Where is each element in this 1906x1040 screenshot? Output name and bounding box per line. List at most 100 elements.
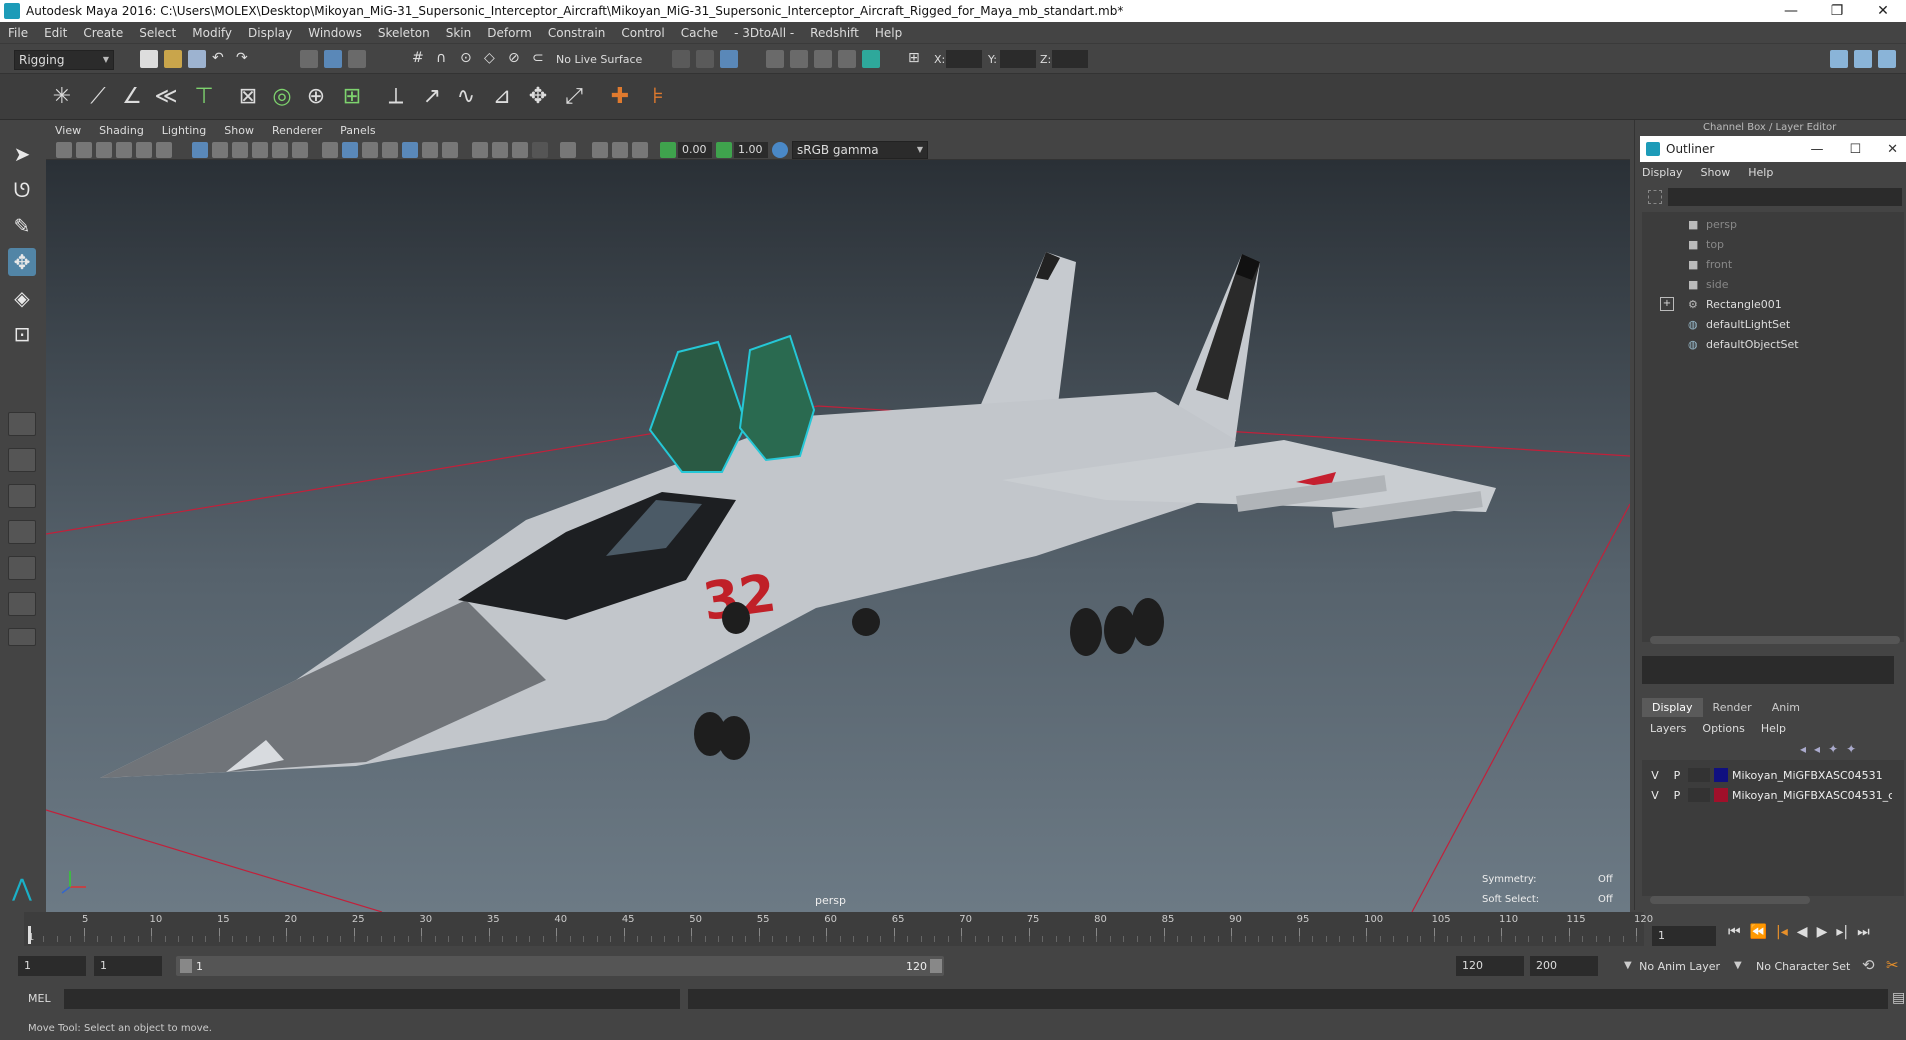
minimize-button[interactable]: — [1768,0,1814,22]
gamma-icon[interactable] [716,142,732,158]
paint-weights-icon[interactable]: ∿ [450,80,482,112]
tab-display[interactable]: Display [1642,698,1703,717]
lattice-icon[interactable]: ◎ [266,80,298,112]
layer-row-0[interactable]: V P Mikoyan_MiGFBXASC04531 [1644,765,1906,785]
textured-icon[interactable] [402,142,418,158]
new-scene-icon[interactable] [140,50,158,68]
outliner-item-side[interactable]: ■ side [1644,274,1894,294]
attribute-editor-toggle-icon[interactable] [1830,50,1848,68]
animation-start-field[interactable]: 1 [18,956,86,976]
new-layer-selected-icon[interactable]: ✦ [1846,742,1856,756]
xray-icon[interactable] [592,142,608,158]
outliner-hscrollbar[interactable] [1650,636,1900,644]
new-layer-icon[interactable]: ✦ [1828,742,1838,756]
use-default-material-icon[interactable] [362,142,378,158]
scale-tool-icon[interactable]: ⊡ [8,320,36,348]
range-slider-end-handle[interactable] [930,959,942,973]
outliner-minimize-button[interactable]: — [1810,142,1823,157]
playback-end-field[interactable]: 120 [1456,956,1524,976]
layer-hscrollbar[interactable] [1650,896,1810,904]
layer-visibility-toggle[interactable]: V [1644,769,1666,782]
smooth-shade-icon[interactable] [342,142,358,158]
snap-point-icon[interactable]: ⊙ [460,50,478,68]
camera-attributes-icon[interactable] [76,142,92,158]
menu-cache[interactable]: Cache [673,26,726,40]
input-ops-icon[interactable] [672,50,690,68]
resolution-gate-icon[interactable] [232,142,248,158]
output-ops-icon[interactable] [696,50,714,68]
y-field[interactable] [1000,50,1036,68]
render-settings-icon[interactable] [838,50,856,68]
rotate-tool-icon[interactable]: ◈ [8,284,36,312]
select-object-icon[interactable] [324,50,342,68]
range-slider-start-handle[interactable] [180,959,192,973]
mel-command-input[interactable] [64,989,680,1009]
aim-constraint-icon[interactable]: ⤢ [558,80,590,112]
menu-control[interactable]: Control [613,26,672,40]
locator-icon[interactable]: ⊤ [188,80,220,112]
tool-settings-toggle-icon[interactable] [1878,50,1896,68]
menu-skin[interactable]: Skin [438,26,480,40]
four-pane-layout-icon[interactable] [8,448,36,472]
hypershade-icon[interactable] [862,50,880,68]
orient-constraint-icon[interactable]: ⊧ [642,80,674,112]
outliner-item-defaultobjectset[interactable]: ◍ defaultObjectSet [1644,334,1894,354]
step-back-frame-icon[interactable]: |◂ [1776,924,1788,940]
image-plane-icon[interactable] [116,142,132,158]
outliner-menu-display[interactable]: Display [1642,166,1683,179]
color-management-icon[interactable] [772,142,788,158]
menu-file[interactable]: File [0,26,36,40]
construction-history-icon[interactable] [720,50,738,68]
exposure-icon[interactable] [660,142,676,158]
menu-create[interactable]: Create [75,26,131,40]
point-constraint-icon[interactable]: ✥ [522,80,554,112]
anim-layer-dropdown[interactable]: No Anim Layer [1626,960,1720,973]
outliner-filter-icon[interactable] [1648,190,1662,204]
play-backward-icon[interactable]: ◀ [1797,924,1808,940]
undo-icon[interactable]: ↶ [212,50,230,68]
outliner-maximize-button[interactable]: ☐ [1849,142,1861,157]
use-all-lights-icon[interactable] [422,142,438,158]
menu-help[interactable]: Help [867,26,910,40]
layer-menu-options[interactable]: Options [1702,722,1744,735]
snap-surface-icon[interactable]: ⊘ [508,50,526,68]
wireframe-icon[interactable] [322,142,338,158]
snap-grid-icon[interactable]: # [412,50,430,68]
field-chart-icon[interactable] [272,142,288,158]
menu-select[interactable]: Select [131,26,184,40]
ambient-occlusion-icon[interactable] [472,142,488,158]
menu-constrain[interactable]: Constrain [540,26,614,40]
outliner-menu-show[interactable]: Show [1701,166,1731,179]
single-pane-layout-icon[interactable] [8,412,36,436]
panel-menu-show[interactable]: Show [215,124,263,137]
close-button[interactable]: ✕ [1860,0,1906,22]
grease-pencil-icon[interactable] [156,142,172,158]
menu-windows[interactable]: Windows [300,26,370,40]
anim-prefs-icon[interactable]: ✂ [1886,956,1899,974]
layout-more-icon[interactable] [8,628,36,646]
cluster-icon[interactable]: ⊠ [232,80,264,112]
layer-type-toggle[interactable] [1688,788,1710,802]
channel-box-field[interactable] [1642,656,1894,684]
play-forward-icon[interactable]: ▶ [1817,924,1828,940]
bind-skin-icon[interactable]: ⟂ [380,80,412,112]
time-slider[interactable]: 1 5 10 15 20 25 30 35 40 45 50 55 60 65 70 75 80 85 90 95 10… [24,912,1653,946]
depth-of-field-icon[interactable] [532,142,548,158]
tab-render[interactable]: Render [1703,698,1762,717]
menu-skeleton[interactable]: Skeleton [370,26,438,40]
layer-row-1[interactable]: V P Mikoyan_MiGFBXASC04531_co [1644,785,1906,805]
gate-mask-icon[interactable] [252,142,268,158]
wireframe-on-shaded-icon[interactable] [382,142,398,158]
step-forward-frame-icon[interactable]: ▸| [1836,924,1848,940]
current-frame-field[interactable]: 1 [1652,926,1716,946]
select-camera-icon[interactable] [56,142,72,158]
wrap-icon[interactable]: ⊕ [300,80,332,112]
paint-select-icon[interactable]: ✎ [8,212,36,240]
outliner-item-top[interactable]: ■ top [1644,234,1894,254]
insert-joint-icon[interactable]: ⟋ [82,80,114,112]
ik-handle-icon[interactable]: ∠ [116,80,148,112]
persp-graph-layout-icon[interactable] [8,556,36,580]
outliner-item-front[interactable]: ■ front [1644,254,1894,274]
outliner-search-input[interactable] [1668,188,1902,206]
current-time-indicator[interactable] [28,926,31,944]
